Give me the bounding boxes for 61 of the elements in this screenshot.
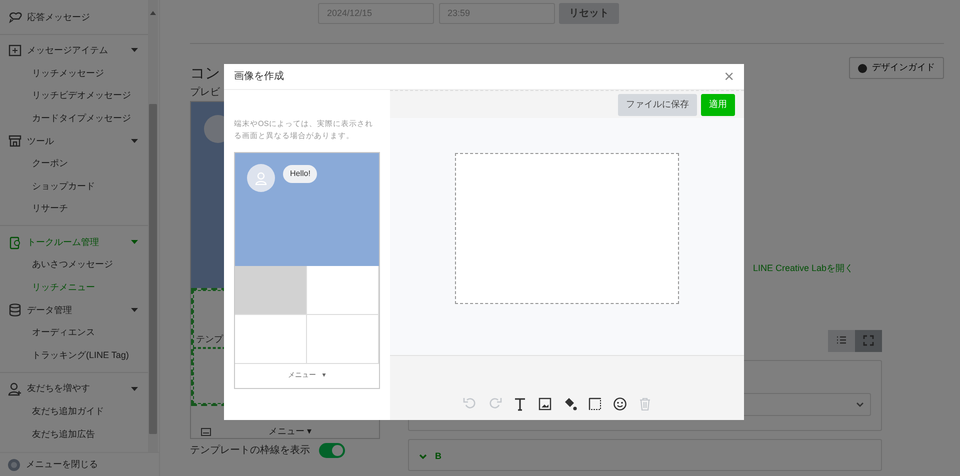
design-guide-button[interactable]: デザインガイド <box>849 57 944 79</box>
add-user-icon <box>8 382 22 396</box>
sidebar-item[interactable]: リッチメッセージ <box>0 62 148 85</box>
sidebar-item[interactable]: トラッキング(LINE Tag) <box>0 344 148 367</box>
list-icon <box>836 335 847 346</box>
menu-area-cell[interactable] <box>307 266 379 315</box>
reset-button[interactable]: リセット <box>559 3 619 24</box>
close-menu-link[interactable]: メニューを閉じる <box>26 458 98 472</box>
caret-icon[interactable] <box>131 386 138 392</box>
sidebar-item[interactable]: あいさつメッセージ <box>0 254 148 277</box>
sidebar-group[interactable]: トークルーム管理 <box>27 236 131 250</box>
sidebar-item[interactable]: リッチメニュー <box>0 276 148 300</box>
caret-icon[interactable] <box>131 138 138 144</box>
sidebar-item[interactable]: 友だち追加ガイド <box>0 400 148 424</box>
sidebar-item[interactable]: ショップカード <box>0 175 148 198</box>
section-heading: コン <box>190 64 220 84</box>
section-title[interactable]: B <box>435 450 442 464</box>
apply-button[interactable]: 適用 <box>701 94 735 116</box>
info-dot-icon <box>858 64 867 72</box>
speech-bubble: Hello! <box>283 165 318 183</box>
sidebar-item[interactable]: リッチビデオメッセージ <box>0 84 148 108</box>
toggle-label: テンプレートの枠線を表示 <box>190 444 310 458</box>
reply-icon <box>8 10 22 24</box>
sidebar-item[interactable]: 友だち追加広告 <box>0 423 148 446</box>
database-icon <box>8 303 22 318</box>
avatar-icon <box>247 164 275 192</box>
template-text: テンプ <box>196 334 223 344</box>
list-view-button[interactable] <box>828 330 855 352</box>
sidebar-item[interactable]: オーディエンス <box>0 322 148 344</box>
sidebar-item[interactable]: クーポン <box>0 152 148 176</box>
preview-label: プレビ <box>190 86 221 100</box>
menu-area-cell[interactable] <box>235 266 307 315</box>
save-to-file-button[interactable]: ファイルに保存 <box>618 94 697 116</box>
menu-area-cell[interactable] <box>307 315 379 364</box>
menu-bar-label[interactable]: メニュー ▾ <box>211 427 369 436</box>
dialog-title: 画像を作成 <box>234 70 284 84</box>
chevron-icon[interactable] <box>419 454 427 460</box>
sidebar-group[interactable]: 友だちを増やす <box>27 382 131 396</box>
keyboard-icon[interactable] <box>201 428 211 436</box>
fullscreen-view-button[interactable] <box>855 330 882 352</box>
menu-area-cell[interactable] <box>235 315 307 364</box>
shop-icon <box>8 134 22 148</box>
caret-icon[interactable] <box>131 48 138 54</box>
fullscreen-icon <box>863 335 874 346</box>
caret-icon[interactable] <box>131 240 138 246</box>
sidebar-group[interactable]: ツール <box>27 134 131 148</box>
menu-close-icon[interactable] <box>8 458 20 470</box>
toggle-switch[interactable] <box>319 443 345 458</box>
phone-icon <box>8 236 22 250</box>
message-icon <box>8 44 22 58</box>
scroll-up-icon[interactable] <box>150 11 156 16</box>
caret-icon[interactable] <box>131 308 138 313</box>
scrollbar-thumb[interactable] <box>149 104 157 434</box>
chevron-down-icon <box>856 402 864 406</box>
close-button[interactable]: × <box>724 68 734 85</box>
sidebar-group[interactable]: データ管理 <box>27 304 131 318</box>
sidebar-group[interactable]: メッセージアイテム <box>27 44 131 58</box>
sidebar-group[interactable]: 応答メッセージ <box>27 10 138 24</box>
sidebar-item[interactable]: カードタイプメッセージ <box>0 107 148 130</box>
sidebar-item[interactable]: リサーチ <box>0 198 148 220</box>
creative-lab-link[interactable]: LINE Creative Labを開く <box>753 262 854 276</box>
